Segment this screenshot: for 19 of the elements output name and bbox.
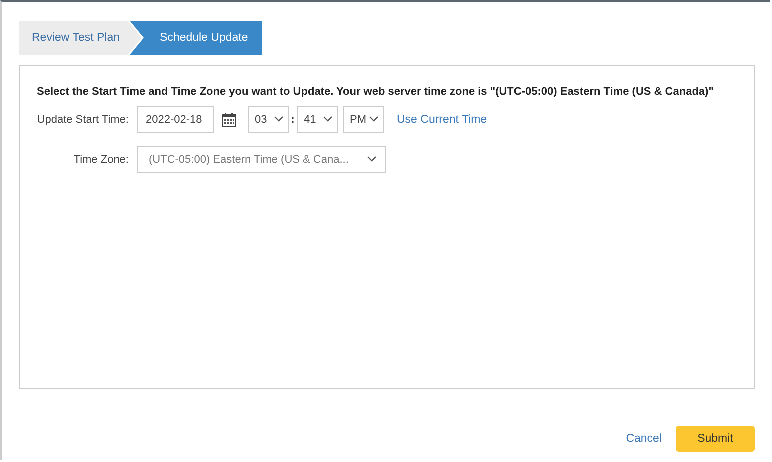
minute-select[interactable]: 41: [297, 106, 338, 133]
chevron-down-icon: [369, 116, 379, 123]
chevron-down-icon: [367, 156, 377, 163]
step-tab[interactable]: Review Test Plan: [19, 21, 142, 55]
step-tab[interactable]: Schedule Update: [130, 21, 262, 55]
use-current-time-link[interactable]: Use Current Time: [397, 114, 488, 126]
chevron-down-icon: [274, 116, 284, 123]
field-label: Update Start Time:: [37, 114, 129, 126]
hour-select[interactable]: 03: [248, 106, 289, 133]
time-zone-select[interactable]: (UTC-05:00) Eastern Time (US & Cana...: [137, 146, 386, 173]
calendar-icon[interactable]: [222, 112, 236, 126]
cancel-link[interactable]: Cancel: [626, 433, 662, 445]
ampm-select[interactable]: PM: [343, 106, 384, 133]
chevron-down-icon: [323, 116, 333, 123]
field-label: Time Zone:: [72, 154, 129, 166]
submit-button[interactable]: Submit: [676, 426, 755, 452]
date-field[interactable]: 2022-02-18: [137, 106, 214, 133]
instruction-text: Select the Start Time and Time Zone you want to Update. Your web server time zone is "(UTC-05:00) Eastern Time (US & Canada)": [37, 86, 715, 98]
time-separator: :: [290, 114, 296, 126]
